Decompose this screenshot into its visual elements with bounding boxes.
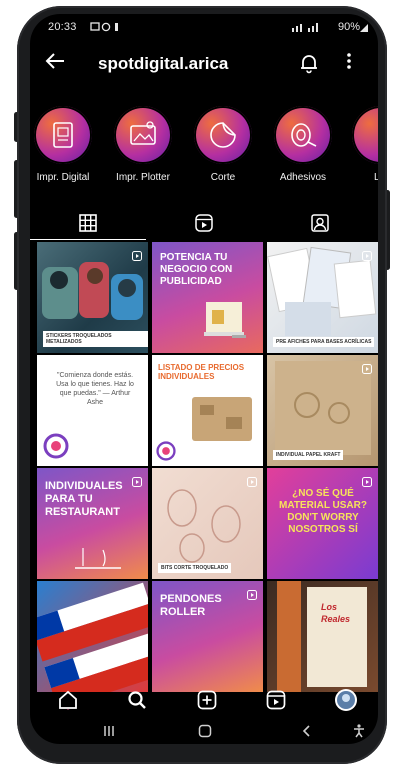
back-button-icon[interactable] (300, 724, 314, 741)
highlight-corte[interactable]: Corte (190, 106, 256, 183)
battery-level: 90% (337, 21, 360, 33)
reels-icon (132, 474, 142, 492)
post-caption: INDIVIDUALES PARA TU RESTAURANT (45, 480, 123, 518)
nav-add-post[interactable] (183, 686, 231, 718)
post-thumbnail[interactable]: PENDONES ROLLER (152, 581, 263, 692)
profile-handle: spotdigital.arica (98, 54, 229, 73)
grid-icon (79, 213, 97, 237)
recents-icon[interactable] (102, 724, 116, 741)
post-caption: PENDONES ROLLER (160, 593, 222, 618)
post-caption: STICKERS TROQUELADOS METALIZADOS (43, 331, 148, 347)
accessibility-icon[interactable] (352, 724, 366, 741)
nav-home[interactable] (44, 686, 92, 718)
bell-icon[interactable] (298, 52, 320, 74)
post-thumbnail[interactable] (37, 581, 148, 692)
bottom-navigation (30, 686, 378, 718)
post-caption: BITS CORTE TROQUELADO (158, 563, 232, 573)
post-thumbnail[interactable]: LISTADO DE PRECIOS INDIVIDUALES (152, 355, 263, 466)
post-caption: POTENCIA TU NEGOCIO CON PUBLICIDAD (160, 252, 233, 287)
tape-icon (274, 106, 332, 164)
highlight-label: Adhesivos (279, 172, 327, 183)
post-thumbnail[interactable]: STICKERS TROQUELADOS METALIZADOS (37, 242, 148, 353)
profile-header: spotdigital.arica (30, 48, 378, 82)
system-navigation-bar (30, 720, 378, 744)
post-caption: Los Reales (321, 602, 351, 624)
home-icon (58, 690, 78, 715)
battery-icon (360, 23, 368, 35)
post-caption: "Comienza donde estás. Usa lo que tienes… (56, 372, 134, 406)
post-thumbnail[interactable]: PRE AFICHES PARA BASES ACRÍLICAS (267, 242, 378, 353)
more-vertical-icon[interactable] (346, 52, 352, 75)
post-caption: ¿NO SÉ QUÉ MATERIAL USAR? DON'T WORRY NO… (279, 488, 367, 535)
document-icon (34, 106, 92, 164)
tab-tagged[interactable] (262, 210, 378, 240)
reels-icon (362, 474, 372, 492)
post-thumbnail[interactable]: INDIVIDUAL PAPEL KRAFT (267, 355, 378, 466)
reels-icon (247, 474, 257, 492)
post-thumbnail[interactable]: INDIVIDUALES PARA TU RESTAURANT (37, 468, 148, 579)
post-thumbnail[interactable]: Los Reales (267, 581, 378, 692)
reels-icon (362, 361, 372, 379)
post-thumbnail[interactable]: BITS CORTE TROQUELADO (152, 468, 263, 579)
highlight-adhesivos[interactable]: Adhesivos (270, 106, 336, 183)
reels-icon (266, 690, 286, 715)
highlight-impr-digital[interactable]: Impr. Digital (30, 106, 96, 183)
image-icon (114, 106, 172, 164)
profile-tabs (30, 210, 378, 240)
post-thumbnail[interactable]: POTENCIA TU NEGOCIO CON PUBLICIDAD (152, 242, 263, 353)
highlight-impr-plotter[interactable]: Impr. Plotter (110, 106, 176, 183)
add-post-icon (197, 690, 217, 715)
profile-avatar-icon (334, 688, 358, 717)
tab-reels[interactable] (146, 210, 262, 240)
phone-screen: 20:33 90% spotdigital.arica Impr. Digita… (30, 14, 378, 744)
tab-grid[interactable] (30, 210, 146, 240)
search-icon (127, 690, 147, 715)
notification-icons (90, 22, 124, 35)
sticker-icon (194, 106, 252, 164)
letter-icon (352, 106, 378, 164)
brand-logo-icon (43, 433, 69, 459)
highlight-label: Let (374, 172, 378, 183)
arrow-left-icon[interactable] (44, 50, 66, 77)
tagged-icon (311, 213, 329, 237)
story-highlights: Impr. Digital Impr. Plotter Corte Adhesi… (30, 106, 378, 198)
post-thumbnail[interactable]: "Comienza donde estás. Usa lo que tienes… (37, 355, 148, 466)
post-caption: INDIVIDUAL PAPEL KRAFT (273, 450, 344, 460)
nav-profile[interactable] (322, 686, 370, 718)
reels-icon (195, 213, 213, 237)
post-caption: PRE AFICHES PARA BASES ACRÍLICAS (273, 337, 375, 347)
nav-search[interactable] (113, 686, 161, 718)
status-bar: 20:33 90% (30, 14, 378, 40)
signal-icon (292, 22, 322, 35)
nav-reels[interactable] (252, 686, 300, 718)
signage-image (277, 581, 367, 692)
rollup-banner-image (204, 302, 246, 338)
highlight-label: Corte (210, 172, 236, 183)
table-setting-icon (75, 548, 121, 569)
post-thumbnail[interactable]: ¿NO SÉ QUÉ MATERIAL USAR? DON'T WORRY NO… (267, 468, 378, 579)
chile-flags-image (37, 582, 148, 692)
reels-icon (362, 248, 372, 266)
status-time: 20:33 (48, 21, 77, 33)
post-caption: LISTADO DE PRECIOS INDIVIDUALES (158, 363, 245, 381)
kraft-placemat-image (192, 397, 252, 441)
reels-icon (132, 248, 142, 266)
reels-icon (247, 587, 257, 605)
posts-grid: STICKERS TROQUELADOS METALIZADOS POTENCI… (37, 242, 378, 692)
highlight-let[interactable]: Let (348, 106, 378, 183)
home-button-icon[interactable] (198, 724, 212, 741)
brand-logo-icon (156, 441, 176, 461)
highlight-label: Impr. Digital (36, 172, 90, 183)
highlight-label: Impr. Plotter (116, 172, 170, 183)
